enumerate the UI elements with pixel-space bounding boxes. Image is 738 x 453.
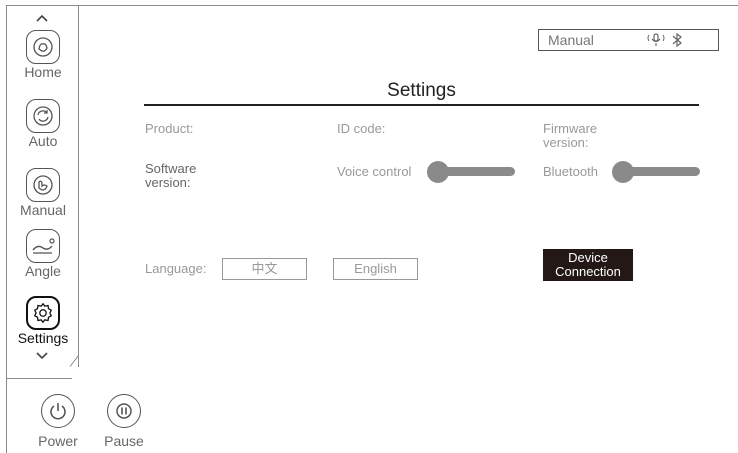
sidebar-item-label: Auto [28, 133, 58, 149]
language-option-english[interactable]: English [333, 258, 418, 280]
angle-recline-icon [26, 229, 60, 263]
device-connection-label: Device Connection [555, 250, 621, 279]
page-title: Settings [387, 80, 456, 101]
sidebar-item-auto[interactable]: Auto [8, 99, 78, 149]
sidebar-item-angle[interactable]: Angle [8, 229, 78, 279]
bluetooth-icon [670, 32, 684, 48]
sidebar-item-label: Settings [17, 330, 69, 346]
voice-control-label: Voice control [337, 164, 412, 179]
product-label: Product: [145, 121, 194, 136]
manual-hand-icon [26, 168, 60, 202]
sidebar-item-home[interactable]: Home [8, 30, 78, 80]
sidebar-item-label: Manual [20, 202, 66, 218]
language-option-chinese[interactable]: 中文 [222, 258, 307, 280]
bluetooth-label: Bluetooth [543, 164, 598, 179]
sidebar-bottom-border [6, 378, 72, 379]
scroll-down-icon[interactable] [32, 350, 52, 362]
id-code-label: ID code: [337, 121, 386, 136]
status-bar: Manual [538, 29, 719, 51]
power-label: Power [38, 433, 78, 449]
device-connection-button[interactable]: Device Connection [543, 249, 633, 281]
sidebar-item-settings[interactable]: Settings [8, 296, 78, 346]
software-version-label: Software version: [145, 161, 197, 190]
pause-label: Pause [104, 433, 144, 449]
voice-control-toggle[interactable] [427, 161, 515, 183]
auto-cycle-icon [26, 99, 60, 133]
pause-icon [107, 394, 141, 428]
sidebar-item-manual[interactable]: Manual [8, 168, 78, 218]
toggle-knob [612, 161, 634, 183]
voice-icon [646, 32, 666, 48]
mode-indicator: Manual [548, 32, 594, 48]
frame-left-border [6, 5, 7, 453]
sidebar-border [78, 5, 79, 367]
sidebar-item-label: Angle [25, 263, 61, 279]
language-label: Language: [145, 261, 207, 276]
gear-icon [26, 296, 60, 330]
bluetooth-toggle[interactable] [612, 161, 700, 183]
frame-top-border [6, 5, 738, 6]
home-hand-icon [26, 30, 60, 64]
firmware-version-label: Firmware version: [543, 121, 598, 150]
scroll-up-icon[interactable] [32, 12, 52, 24]
title-divider [144, 104, 699, 106]
toggle-knob [427, 161, 449, 183]
power-icon [41, 394, 75, 428]
sidebar-item-label: Home [24, 64, 62, 80]
pause-button[interactable]: Pause [89, 394, 159, 449]
power-button[interactable]: Power [23, 394, 93, 449]
